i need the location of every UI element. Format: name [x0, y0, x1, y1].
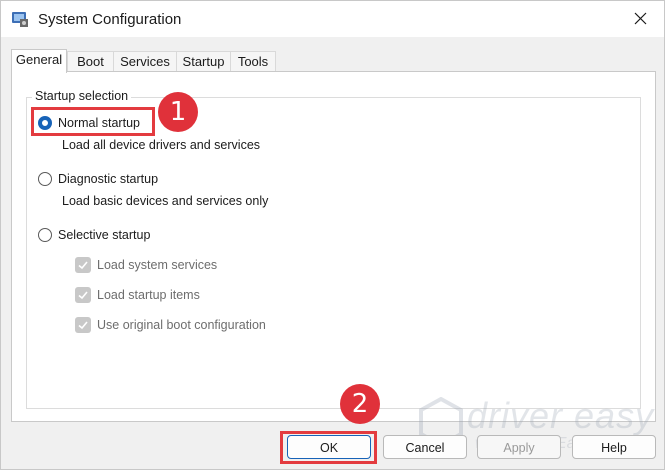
- normal-startup-highlight: [31, 107, 155, 136]
- normal-startup-description: Load all device drivers and services: [62, 138, 261, 152]
- system-configuration-icon: [11, 10, 29, 28]
- tab-general[interactable]: General: [11, 49, 67, 73]
- radio-unselected-icon: [38, 228, 52, 242]
- close-button[interactable]: [618, 1, 664, 37]
- checkbox-checked-icon: [75, 287, 91, 303]
- load-system-services-label: Load system services: [97, 258, 218, 272]
- checkbox-checked-icon: [75, 317, 91, 333]
- help-button[interactable]: Help: [572, 435, 656, 459]
- use-original-boot-config-label: Use original boot configuration: [97, 318, 266, 332]
- radio-unselected-icon: [38, 172, 52, 186]
- system-configuration-window: System Configuration General Boot Servic…: [0, 0, 665, 470]
- cancel-button[interactable]: Cancel: [383, 435, 467, 459]
- ok-button[interactable]: OK: [287, 435, 371, 459]
- close-icon: [634, 12, 647, 25]
- tab-boot[interactable]: Boot: [67, 51, 114, 72]
- apply-button[interactable]: Apply: [477, 435, 561, 459]
- diagnostic-startup-description: Load basic devices and services only: [62, 194, 269, 208]
- diagnostic-startup-label: Diagnostic startup: [58, 172, 159, 186]
- step-2-badge: 2: [340, 384, 380, 424]
- window-title: System Configuration: [38, 11, 182, 28]
- tab-tools[interactable]: Tools: [230, 51, 276, 72]
- title-bar: System Configuration: [1, 1, 664, 37]
- startup-selection-legend: Startup selection: [32, 89, 132, 103]
- step-1-badge: 1: [158, 92, 198, 132]
- checkbox-checked-icon: [75, 257, 91, 273]
- load-startup-items-label: Load startup items: [97, 288, 200, 302]
- tab-startup[interactable]: Startup: [176, 51, 231, 72]
- selective-startup-label: Selective startup: [58, 228, 151, 242]
- tab-services[interactable]: Services: [113, 51, 177, 72]
